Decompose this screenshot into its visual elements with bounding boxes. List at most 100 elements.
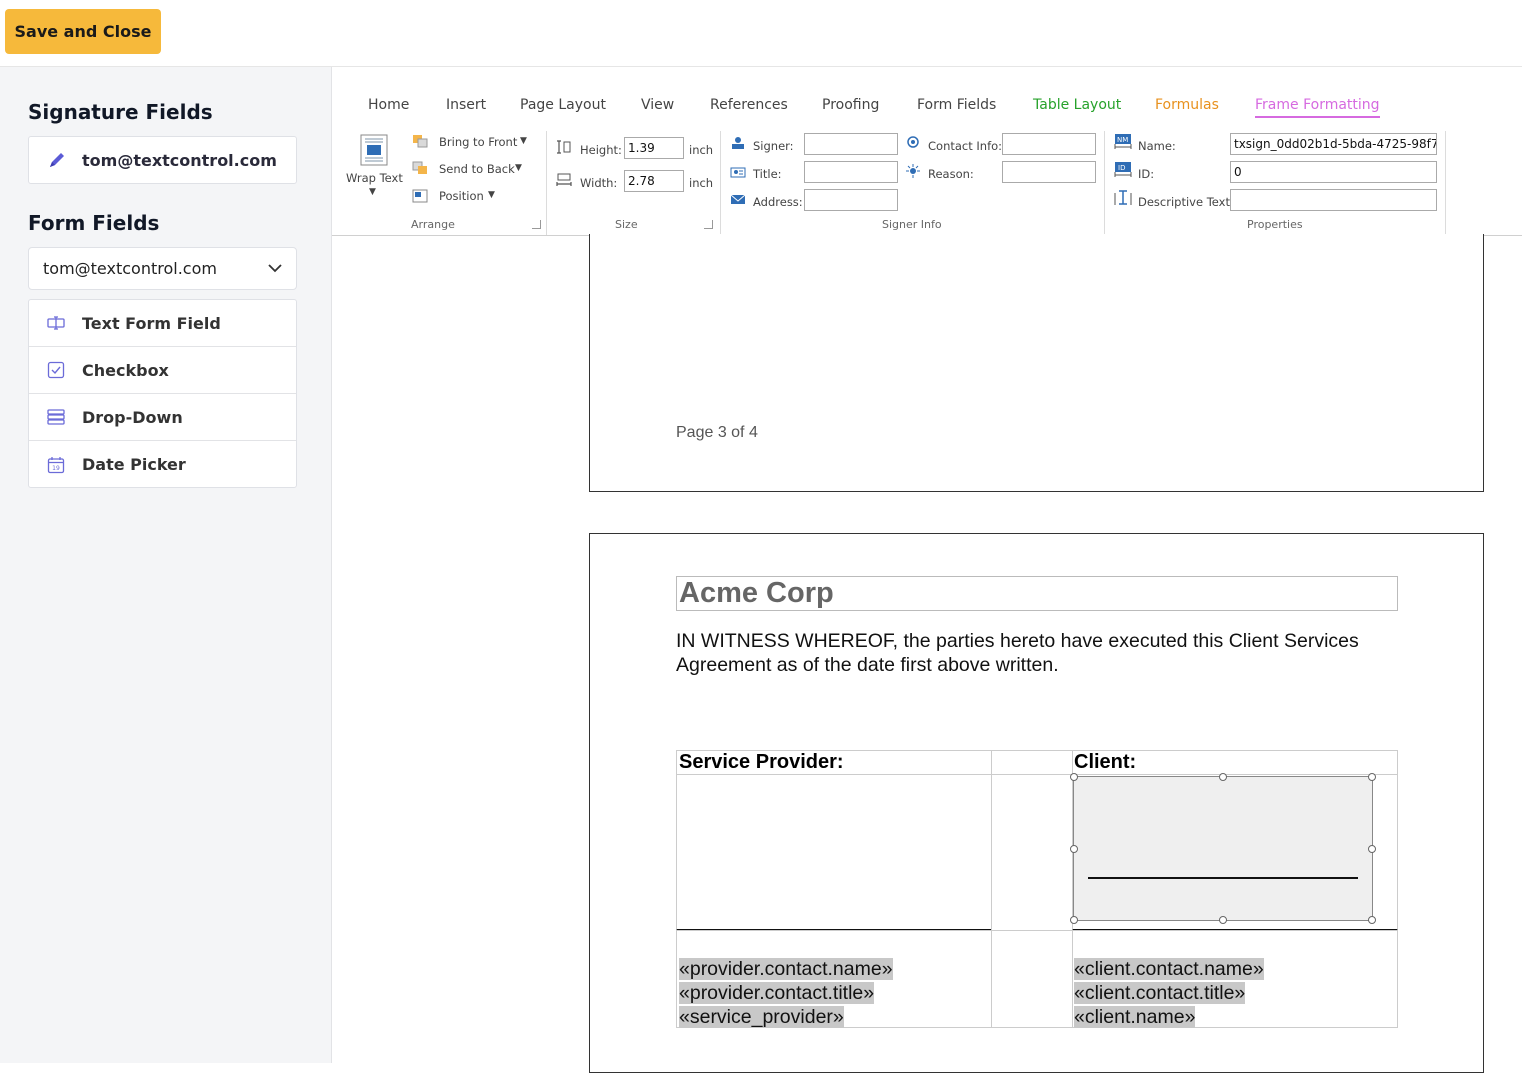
descriptive-text-input[interactable] — [1230, 189, 1437, 211]
group-separator — [1104, 131, 1105, 235]
merge-field[interactable]: «service_provider» — [679, 1005, 991, 1029]
document-page[interactable]: Acme Corp IN WITNESS WHEREOF, the partie… — [589, 533, 1484, 1073]
user-select[interactable]: tom@textcontrol.com — [28, 247, 297, 290]
position-arrow-icon: ▼ — [488, 190, 495, 200]
ribbon: Home Insert Page Layout View References … — [332, 67, 1522, 236]
tab-page-layout[interactable]: Page Layout — [520, 97, 606, 113]
bring-to-front-button[interactable]: Bring to Front — [439, 135, 517, 149]
address-icon — [730, 194, 746, 204]
id-input[interactable]: 0 — [1230, 161, 1437, 183]
signer-info-group-label: Signer Info — [882, 218, 942, 231]
client-header: Client: — [1074, 751, 1137, 773]
resize-handle[interactable] — [1070, 773, 1078, 781]
position-button[interactable]: Position — [439, 189, 484, 203]
descriptive-text-icon — [1114, 190, 1132, 205]
resize-handle[interactable] — [1368, 916, 1376, 924]
resize-handle[interactable] — [1070, 845, 1078, 853]
name-input[interactable]: txsign_0dd02b1d-5bda-4725-98f7 — [1230, 133, 1437, 155]
group-separator — [720, 131, 721, 235]
dropdown-icon — [46, 407, 66, 427]
id-property-icon: ID — [1114, 162, 1132, 177]
size-dialog-launcher[interactable] — [704, 220, 713, 229]
resize-handle[interactable] — [1219, 916, 1227, 924]
tab-insert[interactable]: Insert — [446, 97, 486, 113]
calendar-icon: 19 — [46, 455, 66, 475]
signer-icon — [732, 137, 744, 149]
send-to-back-arrow-icon: ▼ — [515, 163, 522, 173]
tab-home[interactable]: Home — [368, 97, 409, 113]
resize-handle[interactable] — [1070, 916, 1078, 924]
wrap-text-dropdown-arrow-icon: ▼ — [369, 187, 376, 197]
merge-field[interactable]: «client.contact.title» — [1074, 981, 1397, 1005]
group-separator — [1445, 131, 1446, 235]
position-icon — [412, 189, 428, 203]
date-picker-label: Date Picker — [82, 455, 186, 474]
table-cell[interactable]: Client: — [1072, 750, 1398, 775]
tab-proofing[interactable]: Proofing — [822, 97, 879, 113]
tab-table-layout[interactable]: Table Layout — [1033, 97, 1121, 113]
save-and-close-button[interactable]: Save and Close — [5, 9, 161, 54]
height-label: Height: — [580, 143, 622, 157]
document-area[interactable]: Page 3 of 4 Acme Corp IN WITNESS WHEREOF… — [332, 234, 1522, 1073]
table-cell[interactable]: Service Provider: — [676, 750, 992, 775]
arrange-dialog-launcher[interactable] — [532, 220, 541, 229]
width-input[interactable]: 2.78 — [624, 170, 684, 192]
signature-frame[interactable] — [1070, 773, 1376, 924]
tab-view[interactable]: View — [641, 97, 674, 113]
table-cell[interactable] — [991, 750, 1073, 775]
tab-frame-formatting[interactable]: Frame Formatting — [1255, 97, 1380, 118]
user-select-value: tom@textcontrol.com — [43, 259, 217, 278]
width-unit: inch — [689, 176, 714, 190]
reason-input[interactable] — [1002, 161, 1096, 183]
page-footer: Page 3 of 4 — [676, 424, 758, 441]
address-input[interactable] — [804, 189, 898, 211]
document-page[interactable]: Page 3 of 4 — [589, 234, 1484, 492]
checkbox-icon — [46, 360, 66, 380]
signer-label: Signer: — [753, 139, 794, 153]
signature-fields-heading: Signature Fields — [28, 100, 213, 124]
height-input[interactable]: 1.39 — [624, 137, 684, 159]
signature-field-item[interactable]: tom@textcontrol.com — [28, 136, 297, 184]
witness-paragraph[interactable]: IN WITNESS WHEREOF, the parties hereto h… — [676, 629, 1376, 677]
resize-handle[interactable] — [1368, 845, 1376, 853]
merge-field[interactable]: «provider.contact.name» — [679, 957, 991, 981]
provider-fields-cell[interactable]: «provider.contact.name» «provider.contac… — [676, 930, 992, 1028]
merge-field[interactable]: «client.name» — [1074, 1005, 1397, 1029]
tab-formulas[interactable]: Formulas — [1155, 97, 1219, 113]
text-form-field-item[interactable]: Text Form Field — [29, 300, 296, 347]
merge-field[interactable]: «client.contact.name» — [1074, 957, 1397, 981]
signature-user-label: tom@textcontrol.com — [82, 150, 277, 170]
document-title[interactable]: Acme Corp — [676, 576, 1398, 611]
client-fields-cell[interactable]: «client.contact.name» «client.contact.ti… — [1072, 930, 1398, 1028]
height-icon — [557, 140, 571, 154]
table-cell[interactable] — [991, 930, 1073, 1028]
resize-handle[interactable] — [1219, 773, 1227, 781]
tab-form-fields[interactable]: Form Fields — [917, 97, 996, 113]
bring-to-front-arrow-icon: ▼ — [520, 136, 527, 146]
date-picker-item[interactable]: 19 Date Picker — [29, 441, 296, 488]
provider-header: Service Provider: — [679, 751, 844, 773]
signer-input[interactable] — [804, 133, 898, 155]
signature-line — [1088, 877, 1358, 879]
form-field-list: Text Form Field Checkbox Drop-Down 19 Da… — [28, 299, 297, 488]
width-icon — [556, 173, 572, 186]
tab-references[interactable]: References — [710, 97, 788, 113]
top-bar: Save and Close — [0, 0, 1522, 67]
send-to-back-button[interactable]: Send to Back — [439, 162, 515, 176]
drop-down-item[interactable]: Drop-Down — [29, 394, 296, 441]
text-field-icon — [46, 313, 66, 333]
name-label: Name: — [1138, 139, 1176, 153]
resize-handle[interactable] — [1368, 773, 1376, 781]
title-input[interactable] — [804, 161, 898, 183]
descriptive-text-label: Descriptive Text: — [1138, 195, 1234, 209]
provider-signature-cell[interactable] — [676, 774, 992, 931]
signature-table[interactable]: Service Provider: Client: «provider.cont… — [676, 750, 1398, 1028]
title-icon — [730, 167, 746, 178]
pen-icon — [50, 153, 64, 167]
table-cell[interactable] — [991, 774, 1073, 931]
contact-info-input[interactable] — [1002, 133, 1096, 155]
merge-field[interactable]: «provider.contact.title» — [679, 981, 991, 1005]
contact-info-label: Contact Info: — [928, 139, 1003, 153]
checkbox-label: Checkbox — [82, 360, 169, 380]
checkbox-item[interactable]: Checkbox — [29, 347, 296, 394]
